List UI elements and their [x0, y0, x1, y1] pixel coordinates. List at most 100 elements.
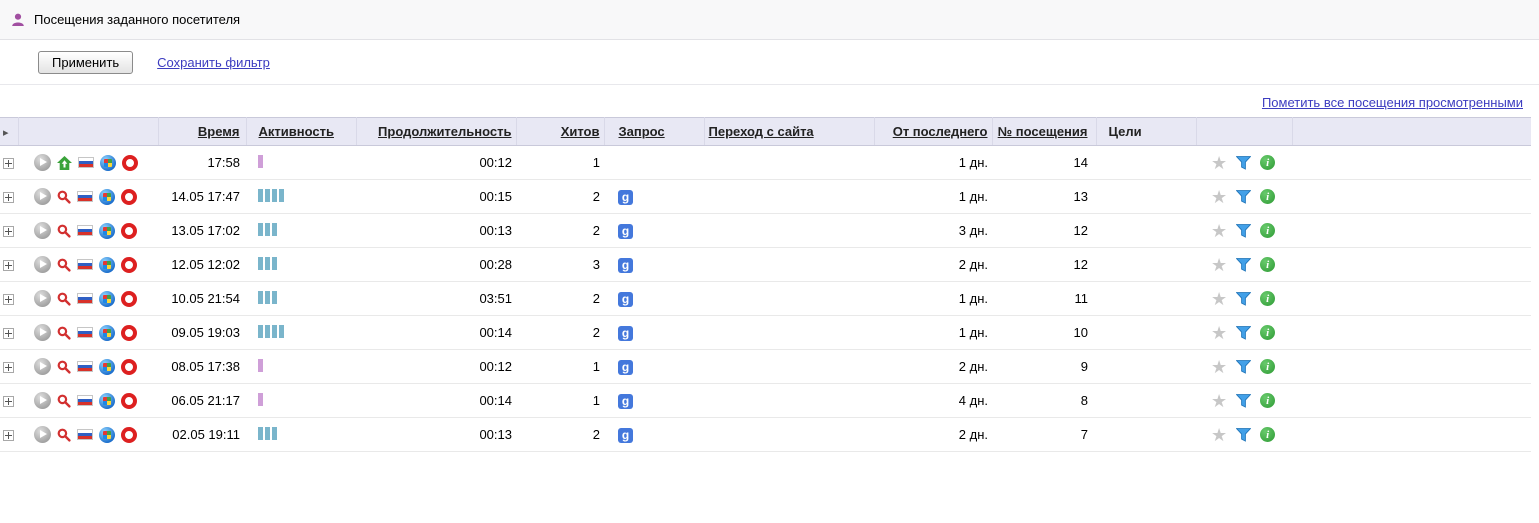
expand-row-icon[interactable]: [3, 430, 14, 441]
windows7-os-icon: [99, 223, 115, 239]
favorite-star-icon[interactable]: [1211, 290, 1227, 308]
filter-funnel-icon[interactable]: [1236, 428, 1251, 442]
favorite-star-icon[interactable]: [1211, 256, 1227, 274]
favorite-star-icon[interactable]: [1211, 222, 1227, 240]
visit-time: 12.05 12:02: [158, 248, 246, 282]
webvisor-play-icon[interactable]: [34, 222, 51, 239]
favorite-star-icon[interactable]: [1211, 392, 1227, 410]
info-icon[interactable]: [1260, 189, 1275, 204]
webvisor-play-icon[interactable]: [34, 256, 51, 273]
expand-row-icon[interactable]: [3, 294, 14, 305]
activity-bars: [258, 324, 284, 338]
google-query-icon[interactable]: [618, 428, 633, 443]
windows7-os-icon: [99, 359, 115, 375]
table-row: 09.05 19:03 00:14 2 1 дн. 10: [0, 316, 1531, 350]
empty-cell: [1292, 384, 1531, 418]
windows7-os-icon: [99, 257, 115, 273]
expand-row-icon[interactable]: [3, 192, 14, 203]
filter-funnel-icon[interactable]: [1236, 394, 1251, 408]
activity-bar: [258, 223, 263, 236]
column-header-query[interactable]: Запрос: [619, 124, 665, 139]
expand-row-icon[interactable]: [3, 362, 14, 373]
info-icon[interactable]: [1260, 291, 1275, 306]
google-query-icon[interactable]: [618, 258, 633, 273]
activity-bars: [258, 256, 277, 270]
visit-hits: 2: [516, 180, 604, 214]
visit-icons: [19, 256, 157, 273]
referrer-cell: [704, 350, 874, 384]
table-row: 17:58 00:12 1 1 дн. 14: [0, 146, 1531, 180]
expand-row-icon[interactable]: [3, 260, 14, 271]
column-header-referrer[interactable]: Переход с сайта: [709, 124, 814, 139]
webvisor-play-icon[interactable]: [34, 324, 51, 341]
row-actions: [1197, 154, 1291, 172]
column-header-duration[interactable]: Продолжительность: [378, 124, 511, 139]
filter-funnel-icon[interactable]: [1236, 156, 1251, 170]
expand-row-icon[interactable]: [3, 396, 14, 407]
column-header-activity[interactable]: Активность: [259, 124, 334, 139]
google-query-icon[interactable]: [618, 292, 633, 307]
goals-cell: [1096, 214, 1196, 248]
column-header-visit-number[interactable]: № посещения: [998, 124, 1088, 139]
info-icon[interactable]: [1260, 155, 1275, 170]
info-icon[interactable]: [1260, 325, 1275, 340]
activity-bar: [265, 427, 270, 440]
google-query-icon[interactable]: [618, 190, 633, 205]
filter-funnel-icon[interactable]: [1236, 360, 1251, 374]
activity-bars: [258, 154, 263, 168]
mark-all-viewed-link[interactable]: Пометить все посещения просмотренными: [1262, 95, 1523, 110]
info-icon[interactable]: [1260, 223, 1275, 238]
info-icon[interactable]: [1260, 257, 1275, 272]
expand-row-icon[interactable]: [3, 328, 14, 339]
webvisor-play-icon[interactable]: [34, 290, 51, 307]
activity-bars: [258, 426, 277, 440]
opera-browser-icon: [122, 155, 138, 171]
favorite-star-icon[interactable]: [1211, 324, 1227, 342]
google-query-icon[interactable]: [618, 224, 633, 239]
webvisor-play-icon[interactable]: [34, 154, 51, 171]
column-header-time[interactable]: Время: [198, 124, 240, 139]
webvisor-play-icon[interactable]: [34, 188, 51, 205]
save-filter-link[interactable]: Сохранить фильтр: [157, 55, 270, 70]
webvisor-play-icon[interactable]: [34, 358, 51, 375]
webvisor-play-icon[interactable]: [34, 392, 51, 409]
favorite-star-icon[interactable]: [1211, 358, 1227, 376]
visit-hits: 2: [516, 214, 604, 248]
column-header-hits[interactable]: Хитов: [561, 124, 600, 139]
russia-flag-icon: [77, 191, 93, 202]
header-arrow-icon[interactable]: [3, 124, 9, 139]
header-trailing-spacer: [1292, 118, 1531, 146]
visit-duration: 00:15: [356, 180, 516, 214]
visit-time: 14.05 17:47: [158, 180, 246, 214]
expand-row-icon[interactable]: [3, 226, 14, 237]
google-query-icon[interactable]: [618, 360, 633, 375]
filter-funnel-icon[interactable]: [1236, 326, 1251, 340]
column-header-since-last[interactable]: От последнего: [893, 124, 988, 139]
header-actions-spacer: [1196, 118, 1292, 146]
visit-icons: [19, 222, 157, 239]
filter-funnel-icon[interactable]: [1236, 258, 1251, 272]
webvisor-play-icon[interactable]: [34, 426, 51, 443]
google-query-icon[interactable]: [618, 394, 633, 409]
filter-funnel-icon[interactable]: [1236, 292, 1251, 306]
visit-icons: [19, 154, 157, 171]
visit-time: 13.05 17:02: [158, 214, 246, 248]
opera-browser-icon: [121, 359, 137, 375]
info-icon[interactable]: [1260, 427, 1275, 442]
favorite-star-icon[interactable]: [1211, 154, 1227, 172]
table-row: 08.05 17:38 00:12 1 2 дн. 9: [0, 350, 1531, 384]
filter-funnel-icon[interactable]: [1236, 224, 1251, 238]
filter-funnel-icon[interactable]: [1236, 190, 1251, 204]
apply-button[interactable]: Применить: [38, 51, 133, 74]
google-query-icon[interactable]: [618, 326, 633, 341]
info-icon[interactable]: [1260, 393, 1275, 408]
activity-bar: [265, 325, 270, 338]
goals-cell: [1096, 146, 1196, 180]
info-icon[interactable]: [1260, 359, 1275, 374]
favorite-star-icon[interactable]: [1211, 426, 1227, 444]
expand-row-icon[interactable]: [3, 158, 14, 169]
empty-cell: [1292, 316, 1531, 350]
favorite-star-icon[interactable]: [1211, 188, 1227, 206]
activity-bar: [258, 359, 263, 372]
visit-hits: 1: [516, 350, 604, 384]
